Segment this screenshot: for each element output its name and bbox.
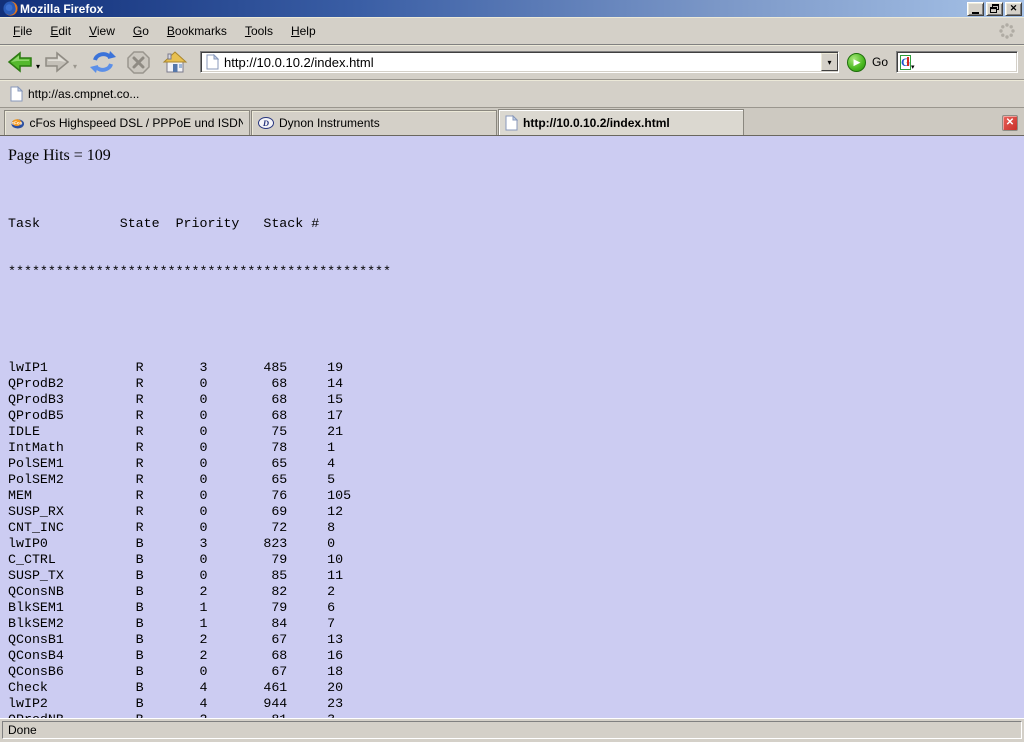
menu-help[interactable]: Help [282,21,325,41]
tab-bar: cFos cFos Highspeed DSL / PPPoE und ISDN… [0,108,1024,136]
search-input[interactable] [915,54,1024,70]
home-icon [162,50,188,74]
throbber-icon [998,22,1016,40]
forward-dropdown[interactable]: ▾ [73,62,77,71]
table-row: Check B 4 461 20 [8,680,1016,696]
close-icon: ✕ [1006,118,1014,128]
cfos-icon: cFos [11,116,24,130]
minimize-icon [972,12,979,14]
table-row: SUSP_RX R 0 69 12 [8,504,1016,520]
menu-go[interactable]: Go [124,21,158,41]
task-table: Task State Priority Stack # ************… [8,184,1016,718]
svg-text:D: D [262,118,269,128]
table-row: QConsB4 B 2 68 16 [8,648,1016,664]
search-box[interactable]: G ▾ [896,51,1018,73]
table-row: BlkSEM2 B 1 84 7 [8,616,1016,632]
tab-label: cFos Highspeed DSL / PPPoE und ISDN CAP.… [29,116,243,130]
browser-window: Mozilla Firefox ✕ File Edit View Go Book… [0,0,1024,742]
menu-view[interactable]: View [80,21,124,41]
firefox-icon [3,1,18,16]
page-content: Page Hits = 109 Task State Priority Stac… [0,136,1024,718]
back-button[interactable] [6,49,34,75]
forward-icon [44,50,70,74]
reload-button[interactable] [88,48,118,76]
url-input[interactable] [224,53,821,71]
back-dropdown[interactable]: ▾ [36,62,40,71]
table-row: SUSP_TX B 0 85 11 [8,568,1016,584]
stop-button[interactable] [125,49,152,76]
table-row: lwIP1 R 3 485 19 [8,360,1016,376]
status-bar: Done [0,718,1024,742]
table-row: QConsB1 B 2 67 13 [8,632,1016,648]
google-search-icon[interactable]: G [900,55,911,70]
reload-icon [89,49,117,75]
home-button[interactable] [161,49,189,75]
table-row: PolSEM2 R 0 65 5 [8,472,1016,488]
forward-button[interactable] [43,49,71,75]
page-icon [10,86,23,102]
stop-icon [126,50,151,75]
back-icon [7,50,33,74]
page-icon [206,54,219,70]
tab-index-html[interactable]: http://10.0.10.2/index.html [498,109,744,135]
svg-text:cFos: cFos [12,121,23,126]
tab-label: http://10.0.10.2/index.html [523,116,670,130]
table-row: CNT_INC R 0 72 8 [8,520,1016,536]
bookmark-label: http://as.cmpnet.co... [28,87,139,101]
bookmarks-toolbar: http://as.cmpnet.co... [0,80,1024,108]
table-separator: ****************************************… [8,264,1016,280]
table-row: IDLE R 0 75 21 [8,424,1016,440]
status-text: Done [2,721,1022,739]
window-title: Mozilla Firefox [20,2,965,16]
table-row: QProdB5 R 0 68 17 [8,408,1016,424]
close-icon: ✕ [1010,4,1018,13]
table-row: QProdB3 R 0 68 15 [8,392,1016,408]
search-engine-dropdown[interactable]: ▾ [911,63,915,71]
restore-button[interactable] [986,2,1003,16]
table-row: IntMath R 0 78 1 [8,440,1016,456]
tab-dynon[interactable]: D Dynon Instruments [251,110,497,135]
table-row: C_CTRL B 0 79 10 [8,552,1016,568]
tab-cfos[interactable]: cFos cFos Highspeed DSL / PPPoE und ISDN… [4,110,250,135]
go-label: Go [872,55,888,69]
go-icon: ▶ [847,53,866,72]
navigation-toolbar: ▾ ▾ [0,45,1024,80]
url-dropdown-button[interactable]: ▾ [821,53,838,71]
menu-file[interactable]: File [4,21,41,41]
table-row: QConsB6 B 0 67 18 [8,664,1016,680]
go-button[interactable]: ▶ Go [847,53,888,72]
table-row: QConsNB B 2 82 2 [8,584,1016,600]
table-header: Task State Priority Stack # [8,216,1016,232]
close-tab-button[interactable]: ✕ [1002,115,1018,131]
page-hits-text: Page Hits = 109 [8,147,1016,165]
page-icon [505,115,518,131]
table-row: lwIP2 B 4 944 23 [8,696,1016,712]
dynon-icon: D [258,117,274,129]
url-bar[interactable]: ▾ [200,51,839,73]
tab-label: Dynon Instruments [279,116,380,130]
minimize-button[interactable] [967,2,984,16]
menu-bookmarks[interactable]: Bookmarks [158,21,236,41]
chevron-down-icon: ▾ [827,58,831,67]
table-row: lwIP0 B 3 823 0 [8,536,1016,552]
bookmark-item[interactable]: http://as.cmpnet.co... [6,84,143,104]
table-row: MEM R 0 76 105 [8,488,1016,504]
title-bar: Mozilla Firefox ✕ [0,0,1024,17]
restore-icon [990,4,999,13]
menu-bar: File Edit View Go Bookmarks Tools Help [0,17,1024,45]
menu-edit[interactable]: Edit [41,21,80,41]
close-button[interactable]: ✕ [1005,2,1022,16]
table-row: QProdB2 R 0 68 14 [8,376,1016,392]
table-row: PolSEM1 R 0 65 4 [8,456,1016,472]
table-row: BlkSEM1 B 1 79 6 [8,600,1016,616]
menu-tools[interactable]: Tools [236,21,282,41]
